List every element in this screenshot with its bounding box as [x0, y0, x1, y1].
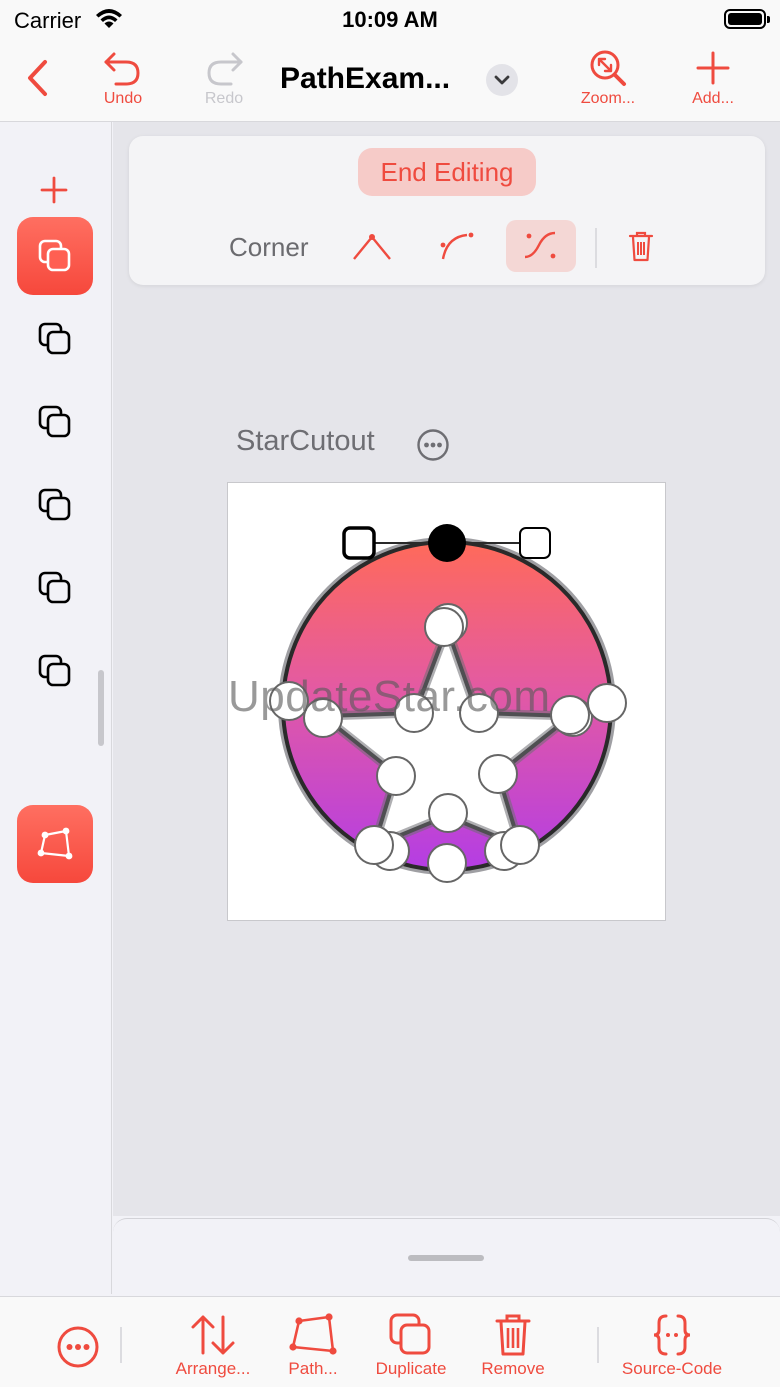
add-label: Add...	[692, 90, 734, 107]
duplicate-shape-icon	[38, 571, 71, 604]
redo-label: Redo	[204, 90, 244, 107]
zoom-icon	[590, 50, 626, 86]
path-label: Path...	[288, 1359, 338, 1378]
more-button[interactable]	[56, 1325, 100, 1369]
duplicate-label: Duplicate	[375, 1359, 447, 1378]
redo-icon	[207, 52, 243, 86]
source-code-button[interactable]: Source-Code	[614, 1313, 730, 1379]
undo-button[interactable]: Undo	[78, 48, 168, 108]
document-title[interactable]: PathExam...	[280, 62, 450, 96]
symmetric-point-icon	[524, 231, 556, 259]
duplicate-shape-icon	[38, 239, 71, 272]
ellipsis-circle-icon	[57, 1326, 99, 1368]
toolbar-divider	[597, 1327, 599, 1363]
trash-icon	[628, 231, 654, 262]
sidebar-item-shape-4[interactable]	[17, 466, 93, 544]
status-bar: Carrier 10:09 AM	[0, 0, 780, 40]
trash-icon	[495, 1314, 531, 1356]
corner-point-icon	[353, 234, 391, 260]
sidebar-item-shape-2[interactable]	[17, 300, 93, 378]
bottom-toolbar: Arrange... Path... Duplicate Remove Sour…	[0, 1296, 780, 1387]
battery-icon	[724, 9, 770, 29]
path-icon	[37, 827, 73, 860]
zoom-label: Zoom...	[580, 90, 636, 107]
sidebar-item-shape-5[interactable]	[17, 549, 93, 627]
sidebar-item-shape-6[interactable]	[17, 632, 93, 710]
more-options-icon[interactable]	[416, 428, 450, 462]
bottom-sheet[interactable]	[113, 1218, 780, 1296]
add-button[interactable]: Add...	[668, 48, 758, 108]
path-icon	[289, 1313, 337, 1355]
undo-icon	[104, 52, 140, 86]
chevron-down-icon	[494, 75, 510, 85]
watermark: UpdateStar.com	[228, 672, 551, 721]
sheet-grabber[interactable]	[408, 1255, 484, 1261]
undo-label: Undo	[103, 90, 143, 107]
zoom-button[interactable]: Zoom...	[563, 48, 653, 108]
sidebar-item-shape-1[interactable]	[17, 217, 93, 295]
curve-point-button[interactable]	[422, 220, 492, 272]
symmetric-point-button[interactable]	[506, 220, 576, 272]
title-menu-button[interactable]	[486, 64, 518, 96]
sidebar-item-path[interactable]	[17, 805, 93, 883]
curve-point-icon	[440, 232, 474, 260]
source-code-label: Source-Code	[621, 1359, 723, 1378]
toolbar-divider	[595, 228, 597, 268]
sidebar-scrollbar[interactable]	[98, 670, 104, 746]
sidebar-item-shape-3[interactable]	[17, 383, 93, 461]
navigation-bar: Undo Redo PathExam... Zoom... Add...	[0, 40, 780, 122]
duplicate-icon	[389, 1313, 431, 1355]
corner-point-button[interactable]	[337, 220, 407, 272]
delete-point-button[interactable]	[606, 220, 676, 272]
toolbar-divider	[120, 1327, 122, 1363]
arrange-button[interactable]: Arrange...	[170, 1313, 256, 1379]
duplicate-button[interactable]: Duplicate	[369, 1313, 453, 1379]
point-type-label: Corner	[229, 232, 309, 262]
shape-name[interactable]: StarCutout	[236, 425, 375, 458]
clock: 10:09 AM	[342, 7, 438, 32]
back-button[interactable]	[0, 58, 82, 98]
duplicate-shape-icon	[38, 405, 71, 438]
add-layer-icon[interactable]	[38, 174, 70, 206]
duplicate-shape-icon	[38, 488, 71, 521]
arrange-label: Arrange...	[175, 1359, 251, 1378]
path-edit-toolbar: End Editing Corner	[129, 136, 765, 285]
path-button[interactable]: Path...	[282, 1313, 344, 1379]
chevron-left-icon	[28, 60, 47, 96]
duplicate-shape-icon	[38, 654, 71, 687]
remove-button[interactable]: Remove	[478, 1313, 548, 1379]
redo-button[interactable]: Redo	[179, 48, 269, 108]
end-editing-button[interactable]: End Editing	[358, 148, 536, 196]
plus-icon	[696, 51, 730, 85]
duplicate-shape-icon	[38, 322, 71, 355]
arrange-arrows-icon	[191, 1315, 235, 1355]
remove-label: Remove	[481, 1359, 545, 1378]
sidebar	[0, 122, 112, 1294]
curly-braces-icon	[653, 1314, 691, 1356]
